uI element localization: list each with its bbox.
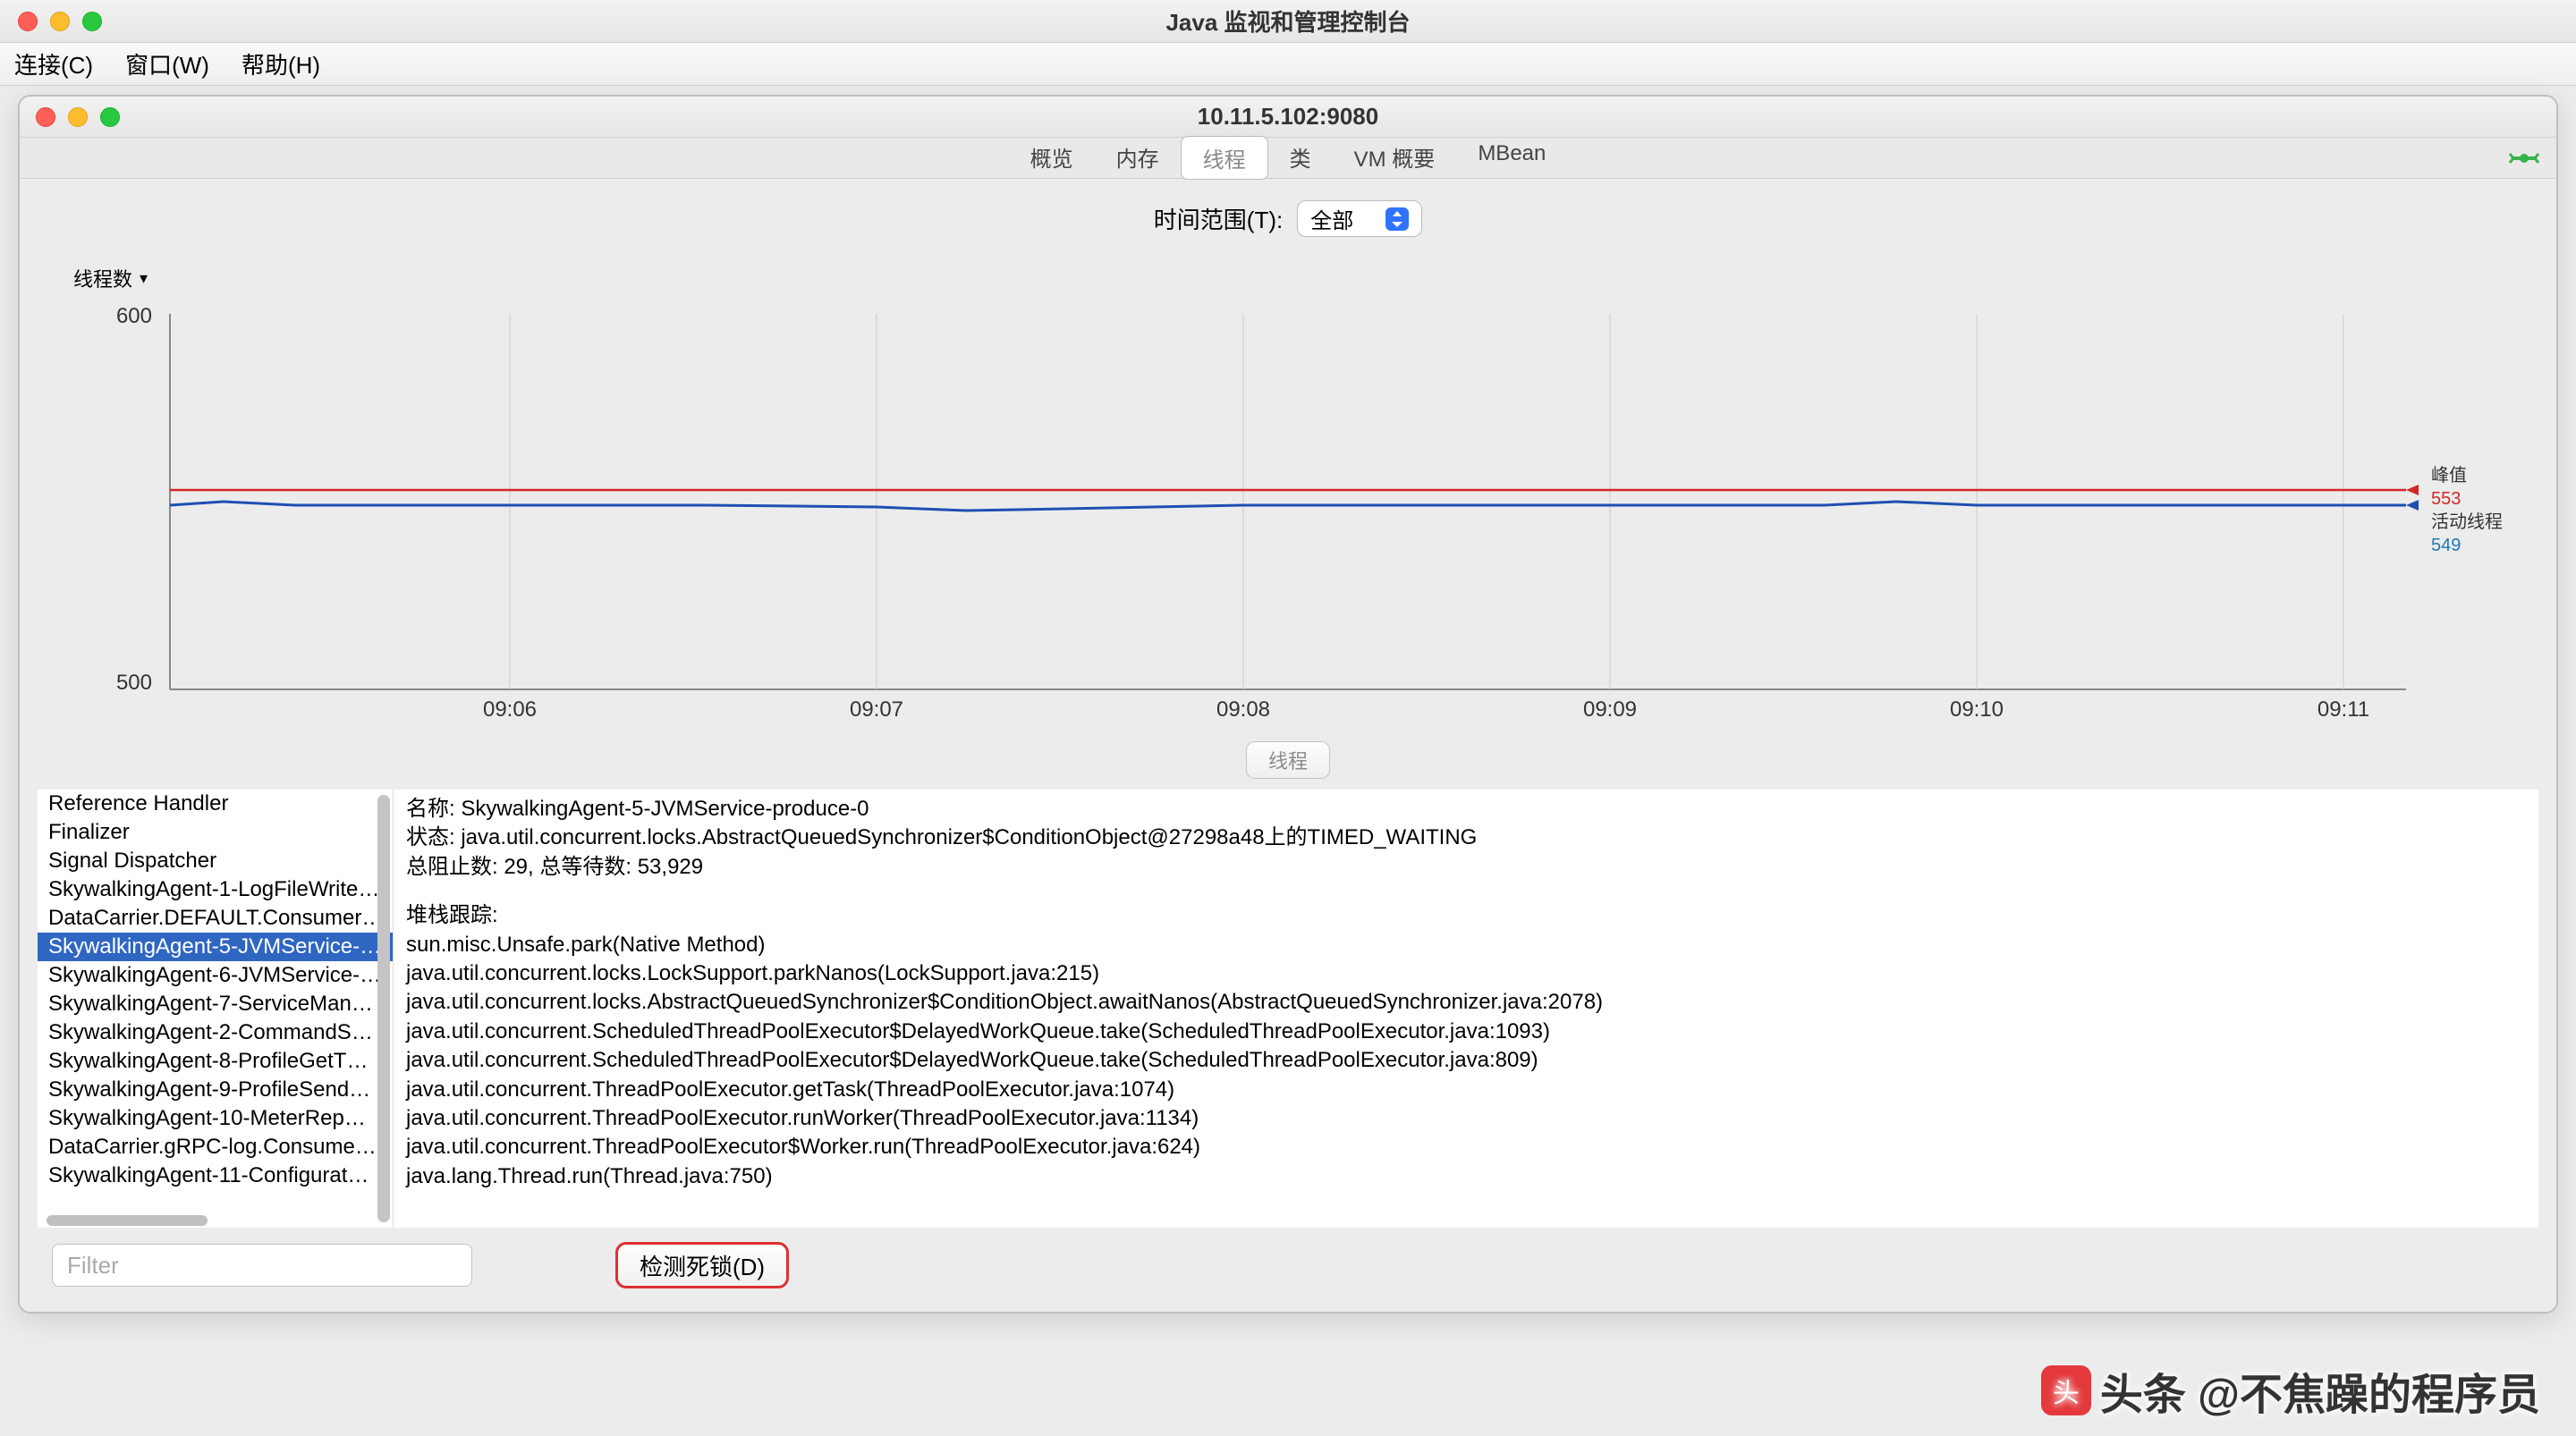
stack-line: java.util.concurrent.ThreadPoolExecutor.…: [406, 1104, 2526, 1133]
x-tick: 09:07: [850, 697, 903, 722]
menu-connect[interactable]: 连接(C): [14, 47, 93, 80]
chart-panel: 线程数 ▾ 600 500: [38, 258, 2538, 725]
legend-peak-label: 峰值: [2431, 466, 2467, 486]
stack-line: java.util.concurrent.locks.LockSupport.p…: [406, 959, 2526, 988]
window-title: Java 监视和管理控制台: [0, 4, 2576, 38]
thread-detail: 名称: SkywalkingAgent-5-JVMService-produce…: [394, 790, 2538, 1228]
detail-name-value: SkywalkingAgent-5-JVMService-produce-0: [461, 797, 869, 821]
thread-list-item[interactable]: DataCarrier.DEFAULT.Consumer…: [38, 904, 393, 933]
stack-line: java.util.concurrent.locks.AbstractQueue…: [406, 988, 2526, 1017]
inner-close-icon[interactable]: [36, 107, 55, 127]
detail-state-label: 状态:: [406, 825, 461, 849]
detail-state-value: java.util.concurrent.locks.AbstractQueue…: [461, 825, 1477, 849]
inner-window: 10.11.5.102:9080 概览 内存 线程 类 VM 概要 MBean …: [18, 95, 2558, 1314]
thread-list-item[interactable]: Signal Dispatcher: [38, 847, 393, 875]
x-tick: 09:11: [2318, 697, 2369, 722]
minimize-icon[interactable]: [50, 12, 70, 31]
thread-list-item[interactable]: SkywalkingAgent-5-JVMService-…: [38, 933, 393, 961]
detail-stack-label: 堆栈跟踪:: [406, 901, 2526, 930]
thread-list-item[interactable]: Finalizer: [38, 818, 393, 847]
tab-classes[interactable]: 类: [1268, 136, 1333, 180]
stack-line: sun.misc.Unsafe.park(Native Method): [406, 931, 2526, 959]
tab-memory[interactable]: 内存: [1095, 136, 1181, 180]
thread-list-item[interactable]: SkywalkingAgent-7-ServiceMan…: [38, 990, 393, 1018]
x-tick: 09:06: [483, 697, 537, 722]
stack-line: java.util.concurrent.ScheduledThreadPool…: [406, 1046, 2526, 1075]
x-tick: 09:10: [1950, 697, 2004, 722]
legend-peak-value: 553: [2431, 489, 2461, 509]
filter-input[interactable]: Filter: [52, 1244, 472, 1287]
y-tick-max: 600: [116, 304, 152, 328]
scrollbar-vertical[interactable]: [377, 795, 390, 1222]
thread-list-item[interactable]: SkywalkingAgent-11-Configurat…: [38, 1161, 393, 1190]
outer-titlebar: Java 监视和管理控制台: [0, 0, 2576, 43]
connection-status-icon: [2508, 148, 2540, 168]
stack-line: java.util.concurrent.ThreadPoolExecutor.…: [406, 1076, 2526, 1104]
filter-placeholder: Filter: [67, 1252, 119, 1280]
menubar: 连接(C) 窗口(W) 帮助(H): [0, 43, 2576, 86]
thread-list-item[interactable]: SkywalkingAgent-10-MeterRep…: [38, 1104, 393, 1133]
thread-list-item[interactable]: DataCarrier.gRPC-log.Consume…: [38, 1133, 393, 1161]
scrollbar-horizontal[interactable]: [47, 1215, 208, 1226]
maximize-icon[interactable]: [82, 12, 102, 31]
thread-list-item[interactable]: Reference Handler: [38, 790, 393, 818]
thread-list-item[interactable]: SkywalkingAgent-8-ProfileGetT…: [38, 1047, 393, 1076]
thread-list-item[interactable]: SkywalkingAgent-1-LogFileWrite…: [38, 875, 393, 904]
tab-threads[interactable]: 线程: [1181, 136, 1268, 180]
thread-list[interactable]: Reference HandlerFinalizerSignal Dispatc…: [38, 790, 394, 1228]
stack-line: java.util.concurrent.ScheduledThreadPool…: [406, 1018, 2526, 1046]
time-range-label: 时间范围(T):: [1154, 202, 1283, 235]
stack-line: java.util.concurrent.ThreadPoolExecutor$…: [406, 1133, 2526, 1161]
detail-blocked: 总阻止数: 29, 总等待数: 53,929: [406, 853, 2526, 882]
x-tick: 09:08: [1216, 697, 1270, 722]
thread-chart: 600 500: [55, 296, 2521, 725]
thread-list-item[interactable]: SkywalkingAgent-6-JVMService-…: [38, 961, 393, 990]
inner-titlebar: 10.11.5.102:9080: [20, 97, 2556, 138]
chart-title: 线程数: [73, 264, 132, 292]
detect-deadlock-button[interactable]: 检测死锁(D): [615, 1242, 789, 1288]
time-range-select[interactable]: 全部: [1297, 200, 1422, 237]
thread-list-item[interactable]: SkywalkingAgent-2-CommandS…: [38, 1018, 393, 1047]
tab-overview[interactable]: 概览: [1009, 136, 1095, 180]
inner-maximize-icon[interactable]: [100, 107, 120, 127]
thread-list-item[interactable]: SkywalkingAgent-9-ProfileSend…: [38, 1076, 393, 1104]
time-range-row: 时间范围(T): 全部: [38, 191, 2538, 258]
chart-legend: 峰值 553 活动线程 549: [2431, 464, 2503, 557]
tabs-row: 概览 内存 线程 类 VM 概要 MBean: [20, 138, 2556, 179]
x-tick: 09:09: [1583, 697, 1637, 722]
close-icon[interactable]: [18, 12, 38, 31]
section-header-threads: 线程: [1246, 741, 1330, 779]
y-tick-min: 500: [116, 671, 152, 695]
menu-help[interactable]: 帮助(H): [242, 47, 320, 80]
chevron-updown-icon: [1385, 207, 1409, 231]
chevron-down-icon[interactable]: ▾: [140, 269, 148, 288]
inner-minimize-icon[interactable]: [68, 107, 88, 127]
stack-line: java.lang.Thread.run(Thread.java:750): [406, 1162, 2526, 1191]
legend-live-value: 549: [2431, 536, 2461, 555]
legend-live-label: 活动线程: [2431, 512, 2503, 532]
tab-mbean[interactable]: MBean: [1456, 136, 1567, 180]
detail-name-label: 名称:: [406, 797, 461, 821]
inner-title: 10.11.5.102:9080: [20, 103, 2556, 131]
time-range-value: 全部: [1310, 203, 1353, 234]
tab-vm[interactable]: VM 概要: [1333, 136, 1457, 180]
menu-window[interactable]: 窗口(W): [125, 47, 209, 80]
